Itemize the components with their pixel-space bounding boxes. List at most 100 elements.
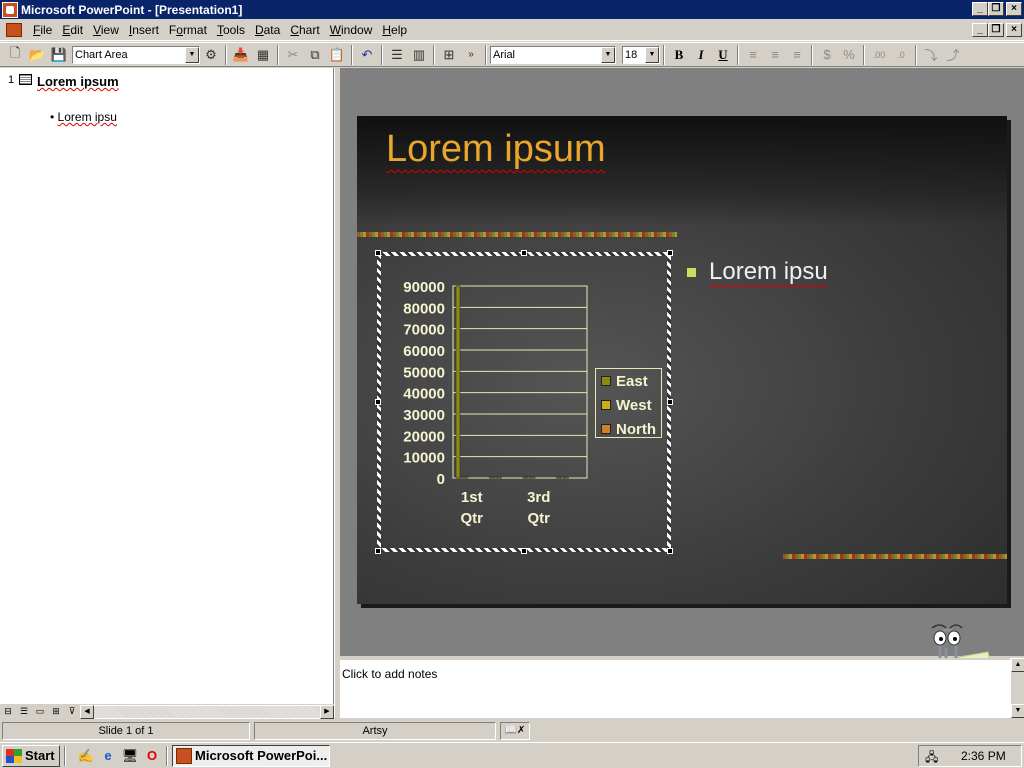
by-column-icon[interactable]: ▥ [408, 44, 430, 66]
network-tray-icon[interactable]: 🖧 [925, 748, 943, 764]
close-button[interactable]: × [1006, 2, 1022, 16]
menu-chart[interactable]: Chart [285, 23, 324, 37]
y-tick-label[interactable]: 60000 [403, 343, 445, 360]
y-tick-label[interactable]: 30000 [403, 407, 445, 424]
import-file-icon[interactable]: 📥 [230, 44, 252, 66]
bar-north[interactable] [463, 476, 469, 479]
resize-handle[interactable] [521, 250, 527, 256]
menu-edit[interactable]: Edit [57, 23, 88, 37]
bar-west[interactable] [459, 476, 465, 479]
menu-format[interactable]: Format [164, 23, 212, 37]
resize-handle[interactable] [375, 250, 381, 256]
y-tick-label[interactable]: 20000 [403, 428, 445, 445]
decrease-decimal-icon[interactable]: .0 [890, 44, 912, 66]
menu-tools[interactable]: Tools [212, 23, 250, 37]
cut-icon[interactable]: ✂ [282, 44, 304, 66]
bar-west[interactable] [526, 476, 532, 479]
scroll-left-icon[interactable]: ◀ [80, 704, 94, 719]
legend-item-east[interactable]: East [596, 369, 661, 393]
outlook-express-icon[interactable]: ✍ [76, 746, 96, 766]
italic-button[interactable]: I [690, 44, 712, 66]
bar-west[interactable] [493, 476, 498, 479]
powerpoint-app-icon[interactable] [2, 1, 18, 18]
document-control-icon[interactable] [6, 23, 22, 37]
format-selected-icon[interactable]: ⚙ [200, 44, 222, 66]
outline-pane[interactable]: 1 Lorem ipsum • Lorem ipsu [0, 68, 334, 704]
datasheet-icon[interactable]: ▦ [252, 44, 274, 66]
bar-east[interactable] [489, 476, 494, 479]
bar-east[interactable] [522, 476, 528, 479]
angle-text-up-icon[interactable]: ⤴ [942, 44, 964, 66]
chevron-down-icon[interactable]: ▼ [185, 46, 199, 63]
underline-button[interactable]: U [712, 44, 734, 66]
data-table-icon[interactable]: ⊞ [438, 44, 460, 66]
currency-style-icon[interactable]: $ [816, 44, 838, 66]
restore-button[interactable]: ❐ [988, 2, 1004, 16]
font-size-select[interactable]: 18 ▼ [622, 45, 660, 64]
new-icon[interactable]: 🗋 [4, 44, 26, 66]
outline-slide-title[interactable]: Lorem ipsum [37, 74, 119, 89]
menu-view[interactable]: View [88, 23, 124, 37]
resize-handle[interactable] [667, 250, 673, 256]
font-name-select[interactable]: Arial ▼ [490, 45, 616, 64]
chevron-down-icon[interactable]: ▼ [645, 46, 659, 63]
clock[interactable]: 2:36 PM [961, 749, 1006, 763]
plot-area[interactable] [452, 285, 588, 479]
slide-title[interactable]: Lorem ipsum [386, 128, 606, 171]
chevron-down-icon[interactable]: ▼ [601, 46, 615, 63]
bar-north[interactable] [530, 476, 536, 479]
outline-view-icon[interactable]: ☰ [16, 705, 32, 719]
y-tick-label[interactable]: 50000 [403, 364, 445, 381]
menu-window[interactable]: Window [325, 23, 378, 37]
slide-icon[interactable] [19, 74, 32, 85]
x-tick-label[interactable]: Qtr [461, 510, 484, 527]
menu-insert[interactable]: Insert [124, 23, 164, 37]
x-tick-label[interactable]: Qtr [528, 510, 551, 527]
percent-style-icon[interactable]: % [838, 44, 860, 66]
chart-object[interactable]: 90000 80000 70000 60000 50000 40000 30000 20000… [375, 250, 673, 554]
normal-view-icon[interactable]: ⊟ [0, 705, 16, 719]
align-right-icon[interactable]: ≡ [786, 44, 808, 66]
menu-file[interactable]: File [28, 23, 57, 37]
y-tick-label[interactable]: 0 [437, 471, 445, 488]
spelling-status-icon[interactable]: 📖✗ [500, 722, 530, 740]
resize-handle[interactable] [375, 548, 381, 554]
start-button[interactable]: Start [2, 744, 60, 767]
align-center-icon[interactable]: ≡ [764, 44, 786, 66]
resize-handle[interactable] [667, 399, 673, 405]
chart-legend[interactable]: East West North [595, 368, 662, 438]
y-tick-label[interactable]: 70000 [403, 322, 445, 339]
paste-icon[interactable]: 📋 [326, 44, 348, 66]
doc-close-button[interactable]: × [1006, 23, 1022, 37]
resize-handle[interactable] [667, 548, 673, 554]
menu-help[interactable]: Help [377, 23, 412, 37]
slide-sorter-icon[interactable]: ⊞ [48, 705, 64, 719]
resize-handle[interactable] [521, 548, 527, 554]
x-tick-label[interactable]: 3rd [527, 489, 550, 506]
y-tick-label[interactable]: 40000 [403, 386, 445, 403]
slide-show-icon[interactable]: ⊽ [64, 705, 80, 719]
slide-view-icon[interactable]: ▭ [32, 705, 48, 719]
bar-north[interactable] [564, 476, 569, 479]
undo-icon[interactable]: ↶ [356, 44, 378, 66]
notes-scrollbar[interactable]: ▲ ▼ [1010, 658, 1024, 718]
bar-west[interactable] [560, 476, 565, 479]
chart-objects-select[interactable]: Chart Area ▼ [72, 45, 200, 64]
align-left-icon[interactable]: ≡ [742, 44, 764, 66]
show-desktop-icon[interactable]: 🖥 [120, 746, 140, 766]
doc-restore-button[interactable]: ❐ [988, 23, 1004, 37]
notes-pane[interactable]: Click to add notes [340, 658, 1010, 718]
bar-east[interactable] [455, 285, 461, 479]
bold-button[interactable]: B [668, 44, 690, 66]
scroll-down-icon[interactable]: ▼ [1011, 704, 1024, 718]
open-icon[interactable]: 📂 [26, 44, 48, 66]
task-powerpoint[interactable]: Microsoft PowerPoi... [172, 744, 330, 767]
doc-minimize-button[interactable]: _ [972, 23, 988, 37]
more-buttons-icon[interactable]: » [460, 44, 482, 66]
scroll-right-icon[interactable]: ▶ [320, 704, 334, 719]
x-tick-label[interactable]: 1st [461, 489, 483, 506]
angle-text-down-icon[interactable]: ⤵ [920, 44, 942, 66]
slide-bullet[interactable]: Lorem ipsu [687, 258, 828, 286]
legend-item-north[interactable]: North [596, 417, 661, 441]
outline-horizontal-scrollbar[interactable]: ◀ ▶ [80, 704, 334, 719]
